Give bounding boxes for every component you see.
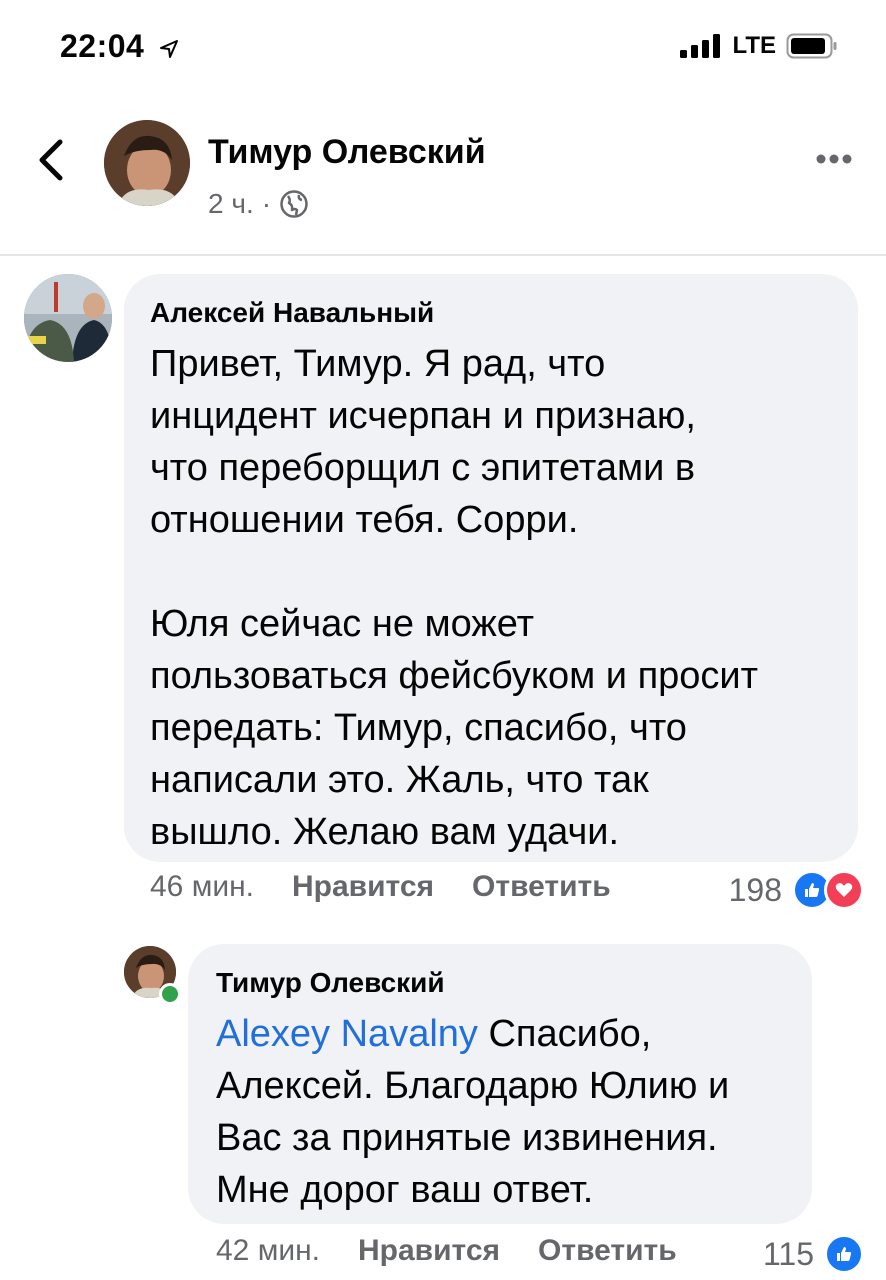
more-options-button[interactable] bbox=[816, 152, 852, 170]
status-indicators: LTE bbox=[680, 32, 838, 60]
globe-icon bbox=[280, 190, 308, 218]
header-divider bbox=[0, 254, 886, 256]
comment-time[interactable]: 46 мин. bbox=[150, 870, 254, 904]
reply-link[interactable]: Ответить bbox=[538, 1234, 677, 1268]
back-button[interactable] bbox=[36, 138, 66, 187]
reply-author-name[interactable]: Тимур Олевский bbox=[216, 967, 445, 999]
more-icon bbox=[816, 154, 852, 164]
reaction-count: 198 bbox=[728, 871, 782, 908]
status-time-text: 22:04 bbox=[60, 28, 145, 64]
post-meta: 2 ч. · bbox=[208, 188, 309, 220]
status-time: 22:04 bbox=[60, 28, 180, 65]
love-icon bbox=[824, 870, 864, 910]
network-type: LTE bbox=[732, 32, 776, 59]
reply-time[interactable]: 42 мин. bbox=[216, 1234, 320, 1268]
battery-icon bbox=[786, 33, 837, 59]
like-icon bbox=[824, 1234, 864, 1274]
like-link[interactable]: Нравится bbox=[358, 1234, 500, 1268]
reply-reaction-count: 115 bbox=[762, 1235, 814, 1272]
reply-actions: 42 мин. Нравится Ответить bbox=[216, 1234, 677, 1268]
location-arrow-icon bbox=[159, 39, 178, 58]
comment-author-avatar[interactable] bbox=[24, 274, 112, 362]
post-author-name[interactable]: Тимур Олевский bbox=[208, 133, 486, 172]
online-status-dot bbox=[159, 983, 181, 1005]
reply-text: Alexey Navalny Спасибо, Алексей. Благода… bbox=[216, 1008, 801, 1216]
comment-author-name[interactable]: Алексей Навальный bbox=[150, 297, 434, 329]
back-chevron-icon bbox=[39, 139, 63, 181]
post-author-avatar[interactable] bbox=[104, 120, 190, 206]
comment-text: Привет, Тимур. Я рад, что инцидент исчер… bbox=[150, 343, 759, 853]
like-link[interactable]: Нравится bbox=[292, 870, 434, 904]
reply-link[interactable]: Ответить bbox=[472, 870, 611, 904]
signal-icon bbox=[680, 34, 721, 58]
comment-actions: 46 мин. Нравится Ответить bbox=[150, 870, 611, 904]
meta-separator: · bbox=[261, 188, 272, 219]
post-time[interactable]: 2 ч. bbox=[208, 188, 254, 220]
reaction-summary[interactable]: 198 bbox=[729, 870, 864, 910]
reply-reaction-summary[interactable]: 115 bbox=[763, 1234, 864, 1274]
mention-link[interactable]: Alexey Navalny bbox=[216, 1013, 478, 1055]
